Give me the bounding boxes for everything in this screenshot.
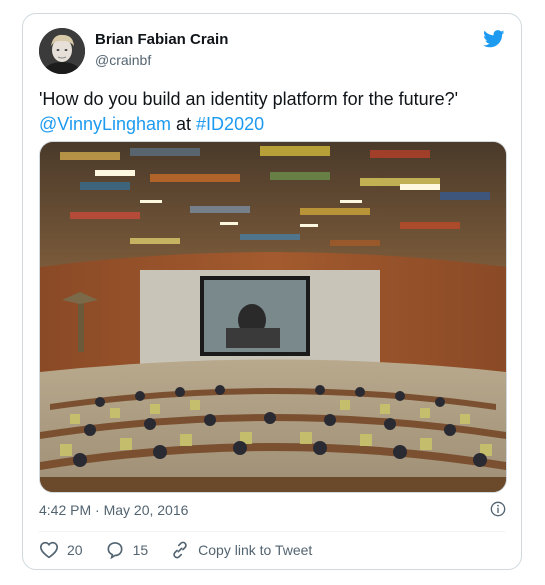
- divider: [39, 531, 505, 532]
- info-icon[interactable]: [490, 501, 506, 517]
- heart-icon: [39, 541, 59, 559]
- author-name[interactable]: Brian Fabian Crain: [95, 31, 228, 48]
- copy-link-label: Copy link to Tweet: [198, 542, 313, 558]
- author-handle[interactable]: @crainbf: [95, 52, 151, 68]
- avatar[interactable]: [39, 28, 85, 74]
- twitter-bird-icon[interactable]: [483, 30, 505, 48]
- mention-link[interactable]: @VinnyLingham: [39, 114, 171, 134]
- reply-count: 15: [132, 542, 149, 558]
- tweet-photo[interactable]: [39, 141, 507, 493]
- tweet-text: 'How do you build an identity platform f…: [39, 87, 509, 137]
- tweet-connector: at: [171, 114, 197, 134]
- tweet-quote: 'How do you build an identity platform f…: [39, 89, 459, 109]
- copy-link-button[interactable]: Copy link to Tweet: [170, 540, 312, 560]
- link-icon: [173, 541, 187, 559]
- reply-bubble-icon: [107, 542, 123, 560]
- action-bar: 20 15 Copy link to Tweet: [39, 540, 334, 560]
- tweet-timestamp[interactable]: 4:42 PM · May 20, 2016: [39, 502, 188, 518]
- conference-hall-image: [40, 142, 506, 492]
- like-count: 20: [67, 542, 83, 558]
- avatar-photo: [39, 28, 85, 74]
- tweet-card[interactable]: Brian Fabian Crain @crainbf 'How do you …: [22, 13, 522, 570]
- hashtag-link[interactable]: #ID2020: [196, 114, 264, 134]
- reply-button[interactable]: 15: [105, 540, 149, 560]
- like-button[interactable]: 20: [39, 541, 83, 559]
